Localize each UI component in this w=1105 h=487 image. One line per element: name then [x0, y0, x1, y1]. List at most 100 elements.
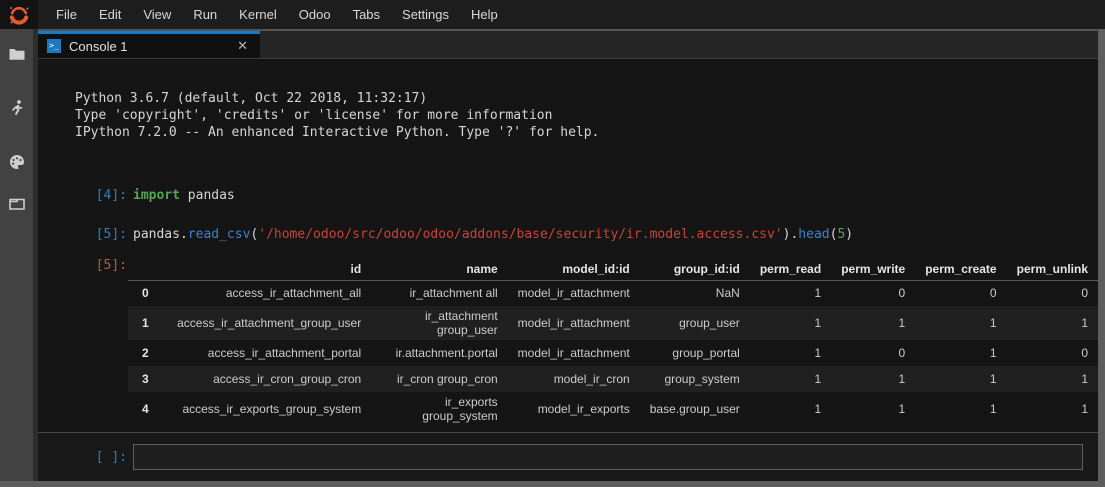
command-palette-icon[interactable] [8, 153, 26, 171]
console-input-cell: [ ]: [38, 432, 1098, 481]
column-header: perm_create [915, 258, 1006, 280]
row-index: 1 [128, 306, 163, 340]
table-cell: group_portal [640, 340, 750, 366]
table-cell: access_ir_attachment_group_user [163, 306, 371, 340]
output-prompt-5: [5]: [38, 258, 127, 273]
table-cell: model_ir_exports [508, 392, 640, 426]
table-cell: 1 [831, 366, 915, 392]
input-prompt-5: [5]: [38, 226, 127, 243]
table-cell: 1 [750, 366, 831, 392]
dataframe-table: idnamemodel_id:idgroup_id:idperm_readper… [128, 258, 1098, 426]
table-cell: 0 [831, 340, 915, 366]
odoo-sh-logo [0, 0, 38, 29]
table-cell: ir_exports group_system [371, 392, 507, 426]
code-cell-4[interactable]: [4]: import pandas [38, 187, 1098, 204]
row-index: 2 [128, 340, 163, 366]
column-header: perm_read [750, 258, 831, 280]
dataframe-header-row: idnamemodel_id:idgroup_id:idperm_readper… [128, 258, 1098, 280]
tab-title: Console 1 [69, 39, 128, 54]
open-tabs-icon[interactable] [8, 195, 26, 213]
left-sidebar [0, 29, 33, 481]
menu-items: FileEditViewRunKernelOdooTabsSettingsHel… [38, 0, 509, 29]
vertical-scrollbar-track[interactable] [1098, 29, 1105, 481]
table-cell: 1 [1007, 306, 1098, 340]
table-cell: 1 [915, 306, 1006, 340]
tab-close-icon[interactable]: ✕ [234, 38, 251, 54]
table-cell: access_ir_attachment_portal [163, 340, 371, 366]
table-cell: model_ir_attachment [508, 306, 640, 340]
column-header: model_id:id [508, 258, 640, 280]
output-cell-5: [5]: idnamemodel_id:idgroup_id:idperm_re… [38, 258, 1098, 426]
table-cell: 1 [750, 392, 831, 426]
column-header: id [163, 258, 371, 280]
odoo-sh-logo-icon [8, 4, 30, 26]
table-cell: model_ir_attachment [508, 340, 640, 366]
tab-bar: >_ Console 1 ✕ [38, 29, 1098, 58]
column-header: perm_write [831, 258, 915, 280]
menu-item-file[interactable]: File [45, 0, 88, 29]
console-panel: Python 3.6.7 (default, Oct 22 2018, 11:3… [38, 58, 1098, 481]
row-index: 0 [128, 280, 163, 306]
table-row: 0access_ir_attachment_allir_attachment a… [128, 280, 1098, 306]
code-cell-5[interactable]: [5]: pandas.read_csv('/home/odoo/src/odo… [38, 226, 1098, 243]
table-cell: model_ir_attachment [508, 280, 640, 306]
row-index: 4 [128, 392, 163, 426]
menu-item-edit[interactable]: Edit [88, 0, 132, 29]
menu-item-settings[interactable]: Settings [391, 0, 460, 29]
horizontal-scrollbar-track[interactable] [0, 481, 1105, 487]
menubar: FileEditViewRunKernelOdooTabsSettingsHel… [0, 0, 1105, 29]
file-browser-icon[interactable] [8, 45, 26, 63]
column-header: group_id:id [640, 258, 750, 280]
kernel-banner: Python 3.6.7 (default, Oct 22 2018, 11:3… [75, 90, 1098, 141]
menu-item-view[interactable]: View [132, 0, 182, 29]
table-cell: 1 [831, 392, 915, 426]
table-cell: model_ir_cron [508, 366, 640, 392]
table-cell: ir_cron group_cron [371, 366, 507, 392]
table-cell: ir.attachment.portal [371, 340, 507, 366]
console-icon: >_ [47, 39, 61, 53]
menu-item-run[interactable]: Run [182, 0, 228, 29]
table-cell: access_ir_exports_group_system [163, 392, 371, 426]
empty-input-prompt: [ ]: [38, 450, 127, 465]
table-cell: 0 [915, 280, 1006, 306]
dataframe-body: 0access_ir_attachment_allir_attachment a… [128, 280, 1098, 426]
table-cell: ir_attachment all [371, 280, 507, 306]
column-header: name [371, 258, 507, 280]
row-index: 3 [128, 366, 163, 392]
code-line-5: pandas.read_csv('/home/odoo/src/odoo/odo… [133, 226, 853, 243]
menu-item-tabs[interactable]: Tabs [342, 0, 391, 29]
table-cell: group_user [640, 306, 750, 340]
table-cell: access_ir_cron_group_cron [163, 366, 371, 392]
column-header [128, 258, 163, 280]
table-row: 2access_ir_attachment_portalir.attachmen… [128, 340, 1098, 366]
table-cell: 1 [750, 340, 831, 366]
table-cell: 1 [750, 280, 831, 306]
tab-console-1[interactable]: >_ Console 1 ✕ [38, 31, 260, 58]
column-header: perm_unlink [1007, 258, 1098, 280]
table-cell: 0 [1007, 280, 1098, 306]
table-cell: group_system [640, 366, 750, 392]
table-row: 3access_ir_cron_group_cronir_cron group_… [128, 366, 1098, 392]
menu-item-odoo[interactable]: Odoo [288, 0, 342, 29]
table-cell: 0 [1007, 340, 1098, 366]
table-cell: access_ir_attachment_all [163, 280, 371, 306]
table-cell: 1 [831, 306, 915, 340]
table-cell: 0 [831, 280, 915, 306]
table-row: 1access_ir_attachment_group_userir_attac… [128, 306, 1098, 340]
table-cell: ir_attachment group_user [371, 306, 507, 340]
menu-item-help[interactable]: Help [460, 0, 509, 29]
table-cell: 1 [915, 366, 1006, 392]
console-code-input[interactable] [133, 444, 1083, 470]
code-line-4: import pandas [133, 187, 235, 204]
running-sessions-icon[interactable] [8, 99, 26, 117]
table-cell: NaN [640, 280, 750, 306]
input-prompt-4: [4]: [38, 187, 127, 204]
table-row: 4access_ir_exports_group_systemir_export… [128, 392, 1098, 426]
table-cell: 1 [1007, 366, 1098, 392]
menu-item-kernel[interactable]: Kernel [228, 0, 288, 29]
table-cell: 1 [915, 340, 1006, 366]
table-cell: 1 [915, 392, 1006, 426]
table-cell: 1 [1007, 392, 1098, 426]
table-cell: 1 [750, 306, 831, 340]
table-cell: base.group_user [640, 392, 750, 426]
